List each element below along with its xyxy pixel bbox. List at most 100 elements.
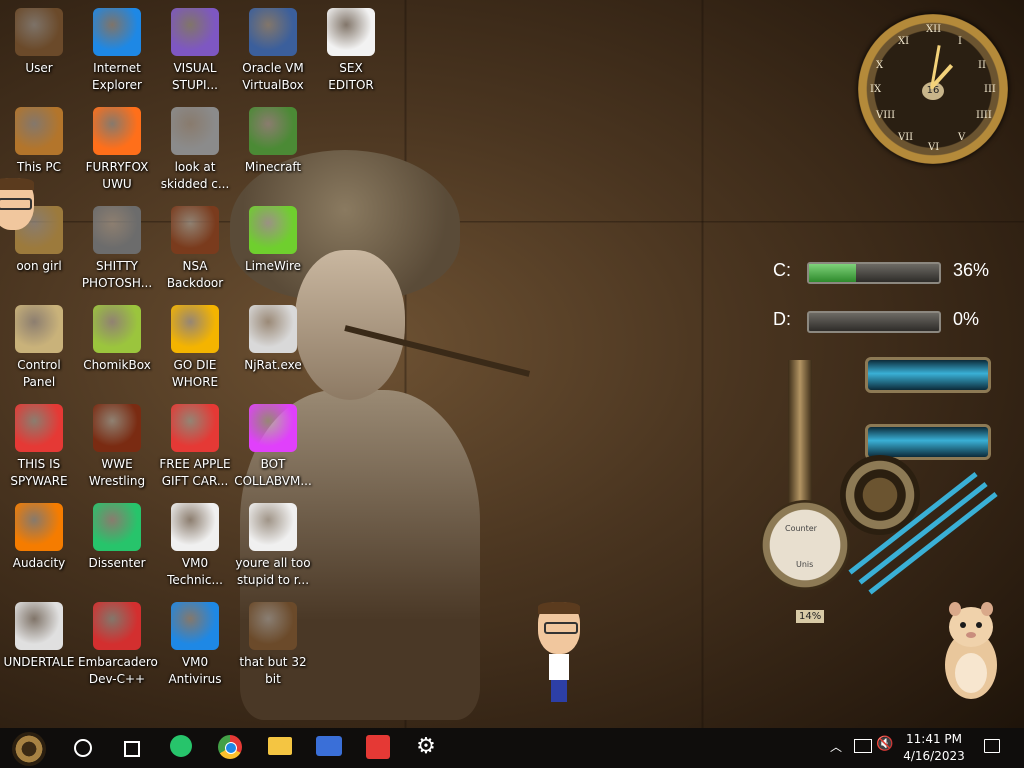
desktop-icon[interactable]: LimeWire [234, 198, 312, 275]
settings-taskbar[interactable]: ⚙ [414, 735, 438, 759]
desktop-icon-label: This PC [17, 160, 61, 174]
desktop-icon[interactable]: Dissenter [78, 495, 156, 572]
anydesk-taskbar[interactable] [366, 735, 390, 759]
unity-icon [15, 602, 63, 650]
hank-character-left [0, 178, 34, 230]
chrome-taskbar[interactable] [218, 735, 242, 759]
chrome-icon [225, 742, 237, 754]
clock-numeral: I [958, 36, 962, 47]
drive-percent: 0% [953, 309, 980, 329]
desktop-icon-label: ChomikBox [83, 358, 151, 372]
clock-widget[interactable]: XII I II III IIII V VI VII VIII IX X XI … [858, 14, 1008, 164]
drive-percent: 36% [953, 260, 990, 280]
gimp-icon [93, 206, 141, 254]
technician-icon [171, 503, 219, 551]
clock-numeral: XI [898, 36, 910, 47]
desktop-icon[interactable]: VISUAL STUPI... [156, 0, 234, 94]
taskbar-clock[interactable]: 11:41 PM 4/16/2023 [896, 731, 972, 765]
skull-icon [249, 305, 297, 353]
desktop-icon[interactable]: VM0 Technic... [156, 495, 234, 589]
chevron-up-icon[interactable]: ︿ [830, 738, 842, 755]
desktop-icon[interactable]: Minecraft [234, 99, 312, 176]
clock-numeral: VI [928, 142, 940, 153]
apple-icon [171, 404, 219, 452]
taskbar-date: 4/16/2023 [903, 749, 965, 763]
gauge-label-top: Counter [785, 524, 817, 533]
devcpp-icon [93, 602, 141, 650]
dissenter-taskbar[interactable] [170, 735, 192, 757]
desktop-icon-label: that but 32 bit [239, 655, 307, 686]
notification-icon[interactable] [984, 739, 1000, 753]
desktop-icon-label: FURRYFOX UWU [85, 160, 149, 191]
desktop-icon-label: Dissenter [88, 556, 146, 570]
speaker-muted-icon[interactable]: 🔇 [876, 736, 893, 752]
cortana-button[interactable] [74, 739, 92, 757]
desktop-icon-label: BOT COLLABVM... [234, 457, 312, 488]
desktop-icon-label: WWE Wrestling [88, 457, 146, 488]
clock-numeral: VII [898, 132, 914, 143]
hamster-sticker [945, 602, 997, 699]
desktop-icon[interactable]: Control Panel [0, 297, 78, 391]
shortcut-stack-icon [171, 107, 219, 155]
limewire-icon [249, 206, 297, 254]
desktop-icon-label: look at skidded c... [160, 160, 230, 191]
desktop-icon-label: VISUAL STUPI... [172, 61, 218, 92]
desktop-icon-label: NjRat.exe [244, 358, 302, 372]
desktop-icon[interactable]: User [0, 0, 78, 77]
de-logo-icon [171, 305, 219, 353]
desktop-icon[interactable]: Internet Explorer [78, 0, 156, 94]
gauge-value: 14% [796, 610, 825, 623]
drive-usage-bar [807, 262, 941, 284]
edge-browser-icon [93, 8, 141, 56]
hex-editor-icon [327, 8, 375, 56]
flute-tubes [830, 472, 1000, 600]
virtualbox-icon [249, 8, 297, 56]
desktop-icon[interactable]: youre all too stupid to r... [234, 495, 312, 589]
desktop-icon[interactable]: Embarcadero Dev-C++ [78, 594, 158, 688]
desktop-icon[interactable]: that but 32 bit [234, 594, 312, 688]
start-button[interactable] [12, 732, 46, 766]
desktop-icon[interactable]: NjRat.exe [234, 297, 312, 374]
desktop-icon[interactable]: ChomikBox [78, 297, 156, 374]
desktop-icon[interactable]: UNDERTALE [0, 594, 78, 671]
desktop-icon-label: LimeWire [244, 259, 302, 273]
network-icon[interactable] [854, 739, 872, 753]
clock-numeral: X [876, 60, 884, 71]
chrome-icon [15, 404, 63, 452]
desktop-icon[interactable]: VM0 Antivirus [156, 594, 234, 688]
desktop-icon[interactable]: This PC [0, 99, 78, 176]
user-folder-icon [15, 8, 63, 56]
desktop-icon[interactable]: THIS IS SPYWARE [0, 396, 78, 490]
desktop-icon[interactable]: look at skidded c... [156, 99, 234, 193]
desktop-icon[interactable]: SEX EDITOR [312, 0, 390, 94]
desktop-icon-label: UNDERTALE [3, 655, 75, 669]
desktop-icon-label: VM0 Technic... [167, 556, 223, 587]
drive-usage-bar [807, 311, 941, 333]
lightbulb-icon [15, 305, 63, 353]
desktop-icon[interactable]: NSA Backdoor [156, 198, 234, 292]
desktop-icon-label: Internet Explorer [92, 61, 142, 92]
desktop-icon[interactable]: GO DIE WHORE [156, 297, 234, 391]
drive-meter-c: C: 36% [745, 259, 995, 285]
drive-letter: C: [773, 260, 791, 280]
desktop-icon-label: User [25, 61, 53, 75]
desktop-icon[interactable]: WWE Wrestling [78, 396, 156, 490]
desktop-icon-label: GO DIE WHORE [171, 358, 219, 389]
desktop-icon-label: youre all too stupid to r... [235, 556, 311, 587]
task-view-button[interactable] [121, 738, 140, 757]
desktop-icon[interactable]: Oracle VM VirtualBox [234, 0, 312, 94]
desktop-icon-label: Minecraft [244, 160, 302, 174]
desktop-icon[interactable]: FREE APPLE GIFT CAR... [156, 396, 234, 490]
taskbar-time: 11:41 PM [906, 732, 962, 746]
portrait-icon [249, 602, 297, 650]
desktop-icon-label: Audacity [12, 556, 66, 570]
file-explorer-taskbar[interactable] [268, 737, 292, 755]
hank-character [538, 602, 580, 702]
keyboard-taskbar[interactable] [316, 736, 342, 756]
desktop-icon-label: Control Panel [17, 358, 61, 389]
desktop-icon[interactable]: FURRYFOX UWU [78, 99, 156, 193]
desktop-icon[interactable]: SHITTY PHOTOSH... [78, 198, 156, 292]
clock-numeral: II [978, 60, 986, 71]
desktop-icon[interactable]: BOT COLLABVM... [234, 396, 312, 490]
desktop-icon[interactable]: Audacity [0, 495, 78, 572]
